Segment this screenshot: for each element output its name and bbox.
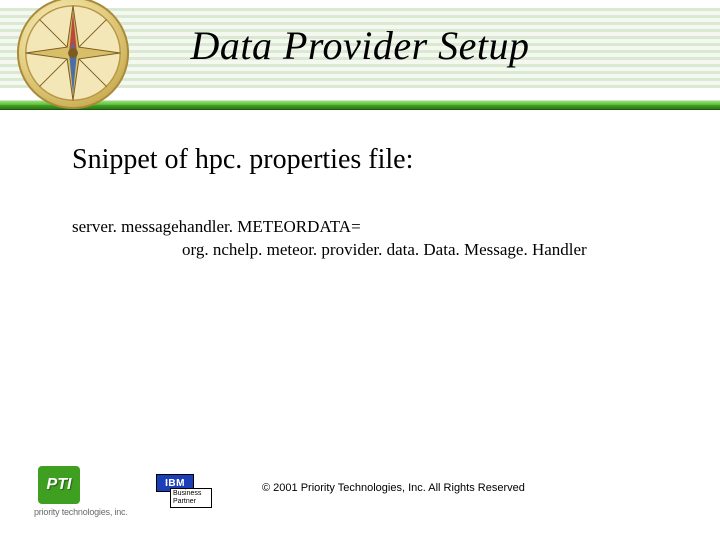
slide-header: Data Provider Setup xyxy=(0,0,720,118)
pti-logo-text: priority technologies, inc. xyxy=(34,507,144,517)
snippet-line-1: server. messagehandler. METEORDATA= xyxy=(72,217,361,236)
ibm-logo-text: IBM xyxy=(165,478,185,489)
slide-body: Snippet of hpc. properties file: server.… xyxy=(72,144,672,262)
snippet-line-2: org. nchelp. meteor. provider. data. Dat… xyxy=(72,239,672,262)
pti-logo-abbrev: PTI xyxy=(47,476,72,494)
subheading: Snippet of hpc. properties file: xyxy=(72,144,672,176)
slide-title: Data Provider Setup xyxy=(0,22,720,69)
slide-footer: PTI priority technologies, inc. IBM Busi… xyxy=(0,456,720,526)
ibm-partner-badge: IBM Business Partner xyxy=(156,474,210,508)
ibm-partner-label: Business Partner xyxy=(170,488,212,508)
pti-logo-box: PTI xyxy=(38,466,80,504)
copyright-text: © 2001 Priority Technologies, Inc. All R… xyxy=(262,482,525,494)
code-snippet: server. messagehandler. METEORDATA= org.… xyxy=(72,216,672,262)
pti-logo: PTI priority technologies, inc. xyxy=(34,466,144,524)
